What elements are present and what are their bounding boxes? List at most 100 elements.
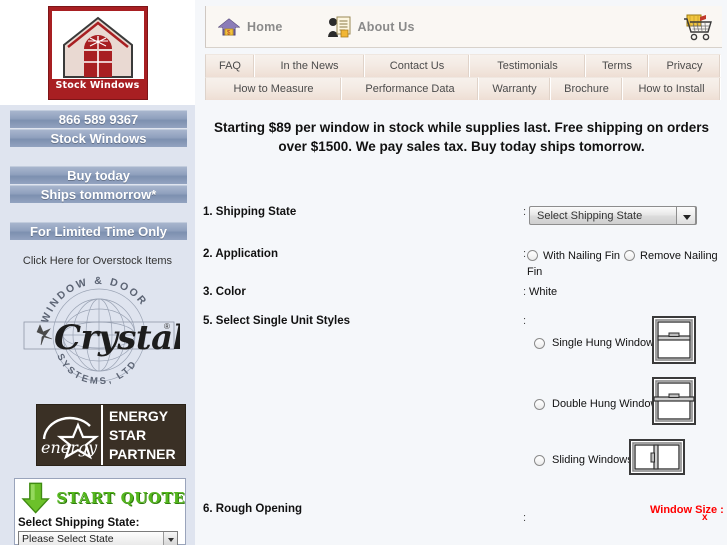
style-option-sliding[interactable]: Sliding Windows [534,439,685,475]
promo-banner: Starting $89 per window in stock while s… [213,120,710,154]
application-label: 2. Application [203,248,278,260]
overstock-link[interactable]: Click Here for Overstock Items [0,255,195,267]
shopping-cart-icon [684,14,712,40]
start-quote-label: START QUOTE [56,489,185,507]
radio-sliding[interactable] [534,454,545,466]
sidebar-buy-today-bar[interactable]: Buy today [10,166,187,184]
label-with-nailing-fin: With Nailing Fin [543,250,621,262]
main-content: $ Home About Us FAQ In the News Contact … [195,0,727,545]
nav-tab-label: How to Measure [233,83,314,95]
nav-home-label: Home [247,19,283,34]
start-quote-button[interactable]: START QUOTE [15,479,185,517]
radio-single-hung[interactable] [534,337,545,349]
logo-house-graphic [51,10,144,79]
nav-tab-in-the-news[interactable]: In the News [255,54,365,77]
chevron-down-icon [163,532,177,545]
crystal-globe-icon: WINDOW & DOOR SYSTEMS, LTD Crystal ® [23,275,180,387]
radio-remove-nailing-fin[interactable] [624,250,636,261]
nav-tab-privacy[interactable]: Privacy [649,54,721,77]
window-size-label: Window Size : [650,504,724,516]
sidebar-shipping-state-value: Please Select State [22,533,114,545]
nav-tab-faq[interactable]: FAQ [205,54,255,77]
nav-tab-warranty[interactable]: Warranty [479,77,551,100]
sidebar-ships-tomorrow-bar[interactable]: Ships tommorrow* [10,185,187,203]
sliding-window-thumb [629,439,685,475]
nav-home[interactable]: $ Home [218,17,283,37]
about-us-icon [327,16,351,37]
sidebar-brand-bar[interactable]: Stock Windows [10,129,187,147]
shipping-state-colon: : [523,206,527,218]
energy-star-text: ENERGY STAR PARTNER [103,405,185,465]
page-root: Stock Windows 866 589 9367 Stock Windows… [0,0,727,545]
shipping-state-label: 1. Shipping State [203,206,297,218]
svg-text:®: ® [164,322,170,331]
nav-tab-label: Performance Data [365,83,455,95]
cart-button[interactable] [682,12,714,42]
label-single-hung: Single Hung Windows [552,337,660,349]
color-colon: : [523,286,527,298]
nav-tab-testimonials[interactable]: Testimonials [470,54,586,77]
nav-tab-terms[interactable]: Terms [586,54,649,77]
green-down-arrow-icon [21,482,50,514]
style-option-double-hung[interactable]: Double Hung Windows [534,377,696,425]
nav-tab-label: FAQ [218,60,241,72]
label-double-hung: Double Hung Windows [552,398,664,410]
home-icon: $ [218,17,240,36]
nav-tab-label: How to Install [638,83,705,95]
nav-tab-brochure[interactable]: Brochure [551,77,623,100]
nav-tab-how-to-install[interactable]: How to Install [623,77,721,100]
color-value: White [529,286,558,298]
nav-tab-label: In the News [280,60,339,72]
logo-red-box: Stock Windows [47,5,148,100]
unit-styles-colon: : [523,315,527,327]
nav-row-secondary: How to Measure Performance Data Warranty Br… [205,77,721,100]
nav-tab-label: Warranty [492,83,537,95]
nav-tab-label: Privacy [666,60,703,72]
nav-tab-performance-data[interactable]: Performance Data [342,77,479,100]
style-option-single-hung[interactable]: Single Hung Windows [534,316,696,364]
radio-double-hung[interactable] [534,398,545,410]
energy-star-line2: STAR [109,426,147,443]
label-sliding: Sliding Windows [552,454,633,466]
svg-text:Crystal: Crystal [54,318,180,358]
application-options: With Nailing Fin Remove Nailing Fin [527,248,725,280]
sidebar: Stock Windows 866 589 9367 Stock Windows… [0,0,195,545]
sidebar-phone-bar[interactable]: 866 589 9367 [10,110,187,128]
nav-tab-contact-us[interactable]: Contact Us [365,54,470,77]
start-quote-panel: START QUOTE Select Shipping State: Pleas… [14,478,186,545]
energy-star-icon: energy [37,405,103,465]
unit-styles-label: 5. Select Single Unit Styles [203,315,350,327]
color-label: 3. Color [203,286,246,298]
energy-star-line3: PARTNER [109,445,176,462]
site-logo[interactable]: Stock Windows [0,0,195,105]
svg-text:energy: energy [41,438,98,457]
nav-about-us[interactable]: About Us [327,16,415,38]
energy-star-line1: ENERGY [109,407,169,424]
sidebar-limited-time-bar[interactable]: For Limited Time Only [10,222,187,240]
nav-about-us-label: About Us [357,19,415,34]
sidebar-shipping-state-select[interactable]: Please Select State [18,531,178,545]
chevron-down-icon [676,206,696,225]
nav-tab-how-to-measure[interactable]: How to Measure [205,77,342,100]
shipping-state-select[interactable]: Select Shipping State [529,206,697,225]
top-navigation: $ Home About Us [205,6,722,48]
rough-opening-colon: : [523,512,527,524]
double-hung-window-thumb [652,377,696,425]
house-window-icon [62,16,133,78]
energy-star-glyph-icon: energy [41,416,100,460]
nav-tab-label: Contact Us [389,60,445,72]
nav-row-primary: FAQ In the News Contact Us Testimonials Term… [205,54,721,77]
single-hung-window-thumb [652,316,696,364]
sidebar-shipping-state-label: Select Shipping State: [18,517,140,529]
shipping-state-value: Select Shipping State [537,209,643,222]
radio-with-nailing-fin[interactable] [527,250,538,261]
application-colon: : [523,248,527,260]
crystal-logo[interactable]: WINDOW & DOOR SYSTEMS, LTD Crystal ® [18,275,180,395]
logo-caption: Stock Windows [55,79,140,91]
rough-opening-label: 6. Rough Opening [203,503,303,515]
nav-tab-label: Terms [602,60,632,72]
energy-star-partner-logo: energy ENERGY STAR PARTNER [36,404,186,466]
nav-tab-label: Brochure [564,83,609,95]
nav-tab-label: Testimonials [497,60,558,72]
window-size-x-separator: x [702,512,708,523]
